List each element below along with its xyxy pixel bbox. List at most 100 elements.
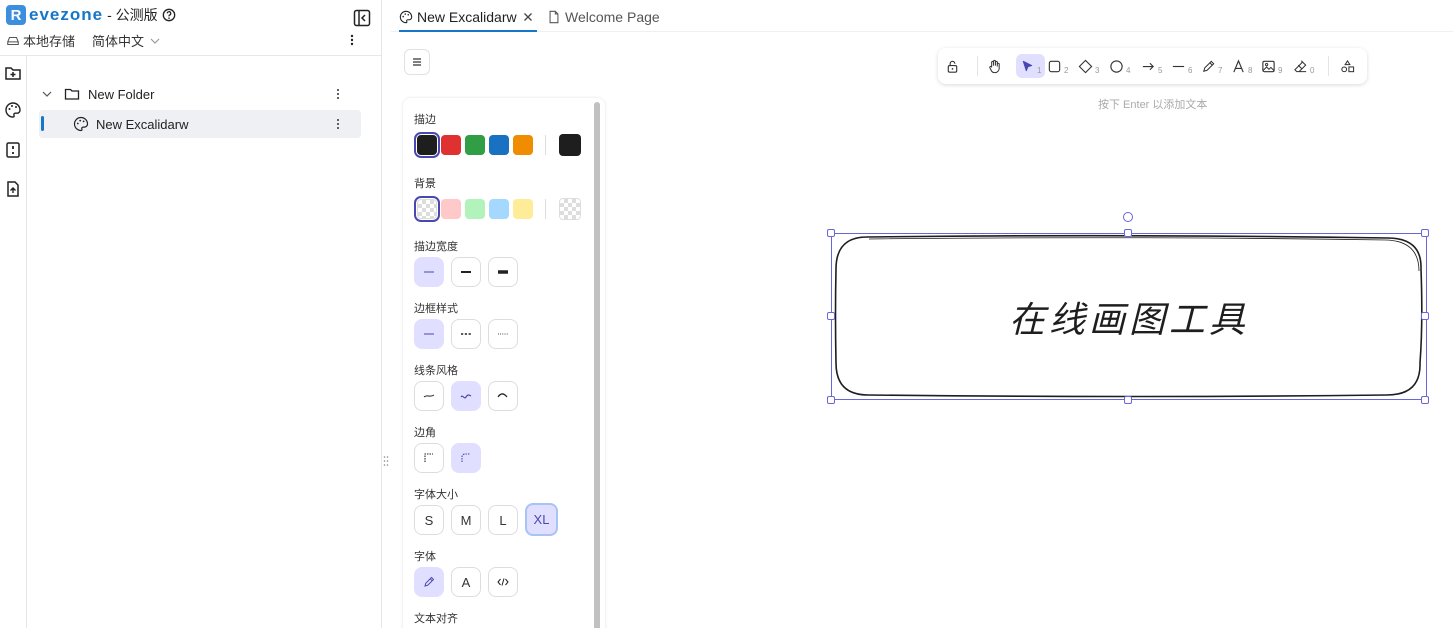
stroke-style-dotted[interactable] <box>488 319 518 349</box>
edges-round[interactable] <box>451 443 481 473</box>
resize-handle-nw[interactable] <box>827 229 835 237</box>
language-select[interactable]: 简体中文 <box>92 31 160 50</box>
eraser-icon <box>1294 59 1307 72</box>
resize-handle-ne[interactable] <box>1421 229 1429 237</box>
bg-color-green[interactable] <box>465 199 485 219</box>
new-excalidraw-icon[interactable] <box>4 101 22 119</box>
arrow-tool[interactable]: 5 <box>1141 54 1162 78</box>
resize-handle-se[interactable] <box>1421 396 1429 404</box>
main-menu-button[interactable] <box>404 49 430 75</box>
sidebar-resizer[interactable] <box>381 0 391 628</box>
properties-panel: 描边 背景 描边宽度 边框样式 线条风格 边角 字体大小 S M L XL 字体… <box>403 98 605 628</box>
extra-bold-line-icon <box>498 270 508 274</box>
stroke-color-green[interactable] <box>465 135 485 155</box>
shape-text[interactable]: 在线画图工具 <box>831 291 1427 343</box>
close-icon[interactable] <box>523 12 533 22</box>
bold-line-icon <box>461 271 471 273</box>
stroke-color-red[interactable] <box>441 135 461 155</box>
tab-label: Welcome Page <box>565 9 660 25</box>
rectangle-tool[interactable]: 2 <box>1047 54 1068 78</box>
more-vertical-icon[interactable] <box>346 32 358 48</box>
font-size-xl[interactable]: XL <box>525 503 558 536</box>
new-folder-icon[interactable] <box>4 64 22 82</box>
font-family-hand-drawn[interactable] <box>414 567 444 597</box>
pencil-icon <box>424 576 435 587</box>
stroke-width-extra-bold[interactable] <box>488 257 518 287</box>
activity-bar <box>0 56 27 628</box>
sloppiness-cartoonist[interactable] <box>488 381 518 411</box>
line-tool[interactable]: 6 <box>1171 54 1192 78</box>
image-tool[interactable]: 9 <box>1261 54 1282 78</box>
font-family-normal[interactable]: A <box>451 567 481 597</box>
diamond-tool[interactable]: 3 <box>1078 54 1099 78</box>
shape-toolbar: 1 2 3 4 5 6 7 8 9 0 <box>938 48 1367 84</box>
storage-selector[interactable]: 本地存储 <box>6 31 75 50</box>
more-vertical-icon[interactable] <box>333 117 343 131</box>
text-tool[interactable]: 8 <box>1231 54 1252 78</box>
shortcut-key: 2 <box>1064 65 1069 75</box>
rotation-handle[interactable] <box>1123 212 1133 222</box>
more-vertical-icon[interactable] <box>333 87 343 101</box>
bg-current-color[interactable] <box>559 198 581 220</box>
panel-scrollbar[interactable] <box>594 102 600 628</box>
bg-color-red[interactable] <box>441 199 461 219</box>
stroke-style-solid[interactable] <box>414 319 444 349</box>
brand: R evezone - 公测版 <box>6 5 176 25</box>
stroke-width-thin[interactable] <box>414 257 444 287</box>
sidebar-divider <box>0 55 381 56</box>
font-size-s[interactable]: S <box>414 505 444 535</box>
round-corner-icon <box>461 453 470 462</box>
shortcut-key: 4 <box>1126 65 1131 75</box>
dotted-line-icon <box>498 333 508 335</box>
pointer-icon <box>1022 60 1033 71</box>
tree-folder-new-folder[interactable]: New Folder <box>39 80 361 108</box>
shortcut-key: 6 <box>1188 65 1193 75</box>
edges-title: 边角 <box>414 427 436 439</box>
ellipse-tool[interactable]: 4 <box>1109 54 1130 78</box>
thin-line-icon <box>424 271 434 273</box>
edges-sharp[interactable] <box>414 443 444 473</box>
resize-handle-sw[interactable] <box>827 396 835 404</box>
font-family-code[interactable] <box>488 567 518 597</box>
bg-color-transparent[interactable] <box>414 196 440 222</box>
active-file-indicator <box>41 116 44 131</box>
drag-handle-icon[interactable] <box>383 455 389 467</box>
stroke-color-orange[interactable] <box>513 135 533 155</box>
bg-color-yellow[interactable] <box>513 199 533 219</box>
selection-tool[interactable]: 1 <box>1016 54 1046 78</box>
stroke-current-color[interactable] <box>559 134 581 156</box>
pencil-tool[interactable]: 7 <box>1201 54 1222 78</box>
storage-label: 本地存储 <box>23 34 76 49</box>
chevron-down-icon[interactable] <box>41 88 53 100</box>
sloppiness-architect[interactable] <box>414 381 444 411</box>
eraser-tool[interactable]: 0 <box>1293 54 1314 78</box>
stroke-width-bold[interactable] <box>451 257 481 287</box>
palette-icon <box>73 116 89 132</box>
hand-icon <box>989 59 1000 73</box>
collapse-sidebar-icon[interactable] <box>353 9 371 27</box>
resize-handle-s[interactable] <box>1124 396 1132 404</box>
bg-color-blue[interactable] <box>489 199 509 219</box>
stroke-color-black[interactable] <box>414 132 440 158</box>
stroke-width-title: 描边宽度 <box>414 241 458 253</box>
tab-welcome-page[interactable]: Welcome Page <box>547 5 660 29</box>
tab-new-excalidarw[interactable]: New Excalidarw <box>399 5 537 32</box>
stroke-style-dashed[interactable] <box>451 319 481 349</box>
diamond-icon <box>1078 59 1093 73</box>
resize-handle-e[interactable] <box>1421 312 1429 320</box>
hand-tool[interactable] <box>987 54 1002 78</box>
resize-handle-w[interactable] <box>827 312 835 320</box>
library-tool[interactable] <box>1340 54 1355 78</box>
help-icon[interactable] <box>162 8 176 22</box>
lock-tool[interactable] <box>945 54 960 78</box>
new-document-icon[interactable] <box>4 180 22 198</box>
sloppiness-artist[interactable] <box>451 381 481 411</box>
font-size-m[interactable]: M <box>451 505 481 535</box>
tree-file-new-excalidarw[interactable]: New Excalidarw <box>39 110 361 138</box>
stroke-color-blue[interactable] <box>489 135 509 155</box>
shapes-library-icon <box>1341 59 1355 72</box>
resize-handle-n[interactable] <box>1124 229 1132 237</box>
selected-rectangle[interactable]: 在线画图工具 <box>831 233 1427 400</box>
new-note-icon[interactable] <box>4 141 22 159</box>
font-size-l[interactable]: L <box>488 505 518 535</box>
